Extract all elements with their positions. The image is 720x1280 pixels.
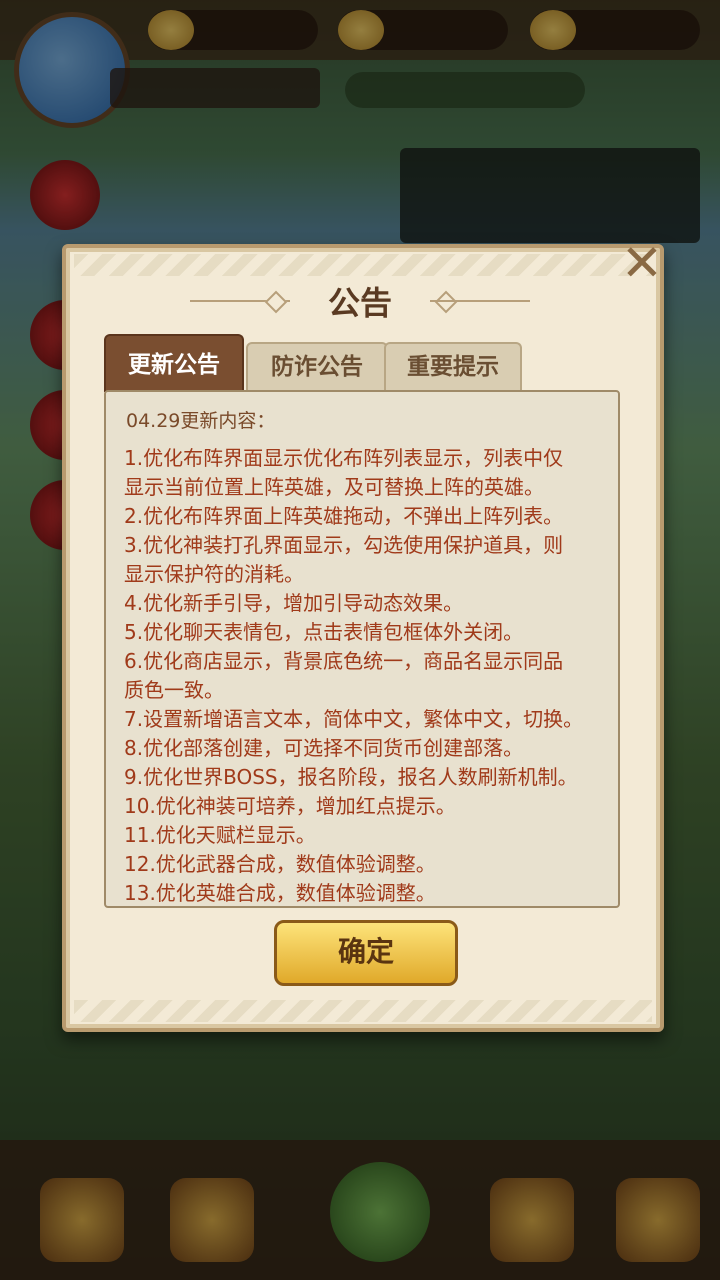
list-item: 6.优化商店显示，背景底色统一，商品名显示同品 <box>124 649 564 673</box>
list-item: 5.优化聊天表情包，点击表情包框体外关闭。 <box>124 620 524 644</box>
list-item: 8.优化部落创建，可选择不同货币创建部落。 <box>124 736 524 760</box>
list-item: 4.优化新手引导，增加引导动态效果。 <box>124 591 464 615</box>
list-item: 12.优化武器合成，数值体验调整。 <box>124 852 436 876</box>
list-item: 显示保护符的消耗。 <box>124 562 304 586</box>
list-item: 7.设置新增语言文本，简体中文，繁体中文，切换。 <box>124 707 584 731</box>
notice-content[interactable]: 04.29更新内容： 1.优化布阵界面显示优化布阵列表显示，列表中仅 显示当前位… <box>104 390 620 908</box>
list-item: 3.优化神装打孔界面显示，勾选使用保护道具，则 <box>124 533 564 557</box>
list-item: 9.优化世界BOSS，报名阶段，报名人数刷新机制。 <box>124 765 578 789</box>
border-decoration <box>74 1000 652 1022</box>
tab-important-tips[interactable]: 重要提示 <box>384 342 522 390</box>
list-item: 13.优化英雄合成，数值体验调整。 <box>124 881 436 905</box>
dialog-title: 公告 <box>327 284 392 322</box>
list-item: 质色一致。 <box>124 678 224 702</box>
title-divider <box>430 300 530 302</box>
border-decoration <box>74 254 652 276</box>
update-list: 1.优化布阵界面显示优化布阵列表显示，列表中仅 显示当前位置上阵英雄，及可替换上… <box>124 444 608 906</box>
list-item: 显示当前位置上阵英雄，及可替换上阵的英雄。 <box>124 475 544 499</box>
list-item: 1.优化布阵界面显示优化布阵列表显示，列表中仅 <box>124 446 564 470</box>
content-heading: 04.29更新内容： <box>126 410 276 432</box>
tab-update-notice[interactable]: 更新公告 <box>104 334 244 392</box>
list-item: 2.优化布阵界面上阵英雄拖动，不弹出上阵列表。 <box>124 504 564 528</box>
list-item: 11.优化天赋栏显示。 <box>124 823 316 847</box>
tab-fraud-notice[interactable]: 防诈公告 <box>246 342 388 390</box>
confirm-button[interactable]: 确定 <box>274 920 458 986</box>
list-item: 10.优化神装可培养，增加红点提示。 <box>124 794 456 818</box>
